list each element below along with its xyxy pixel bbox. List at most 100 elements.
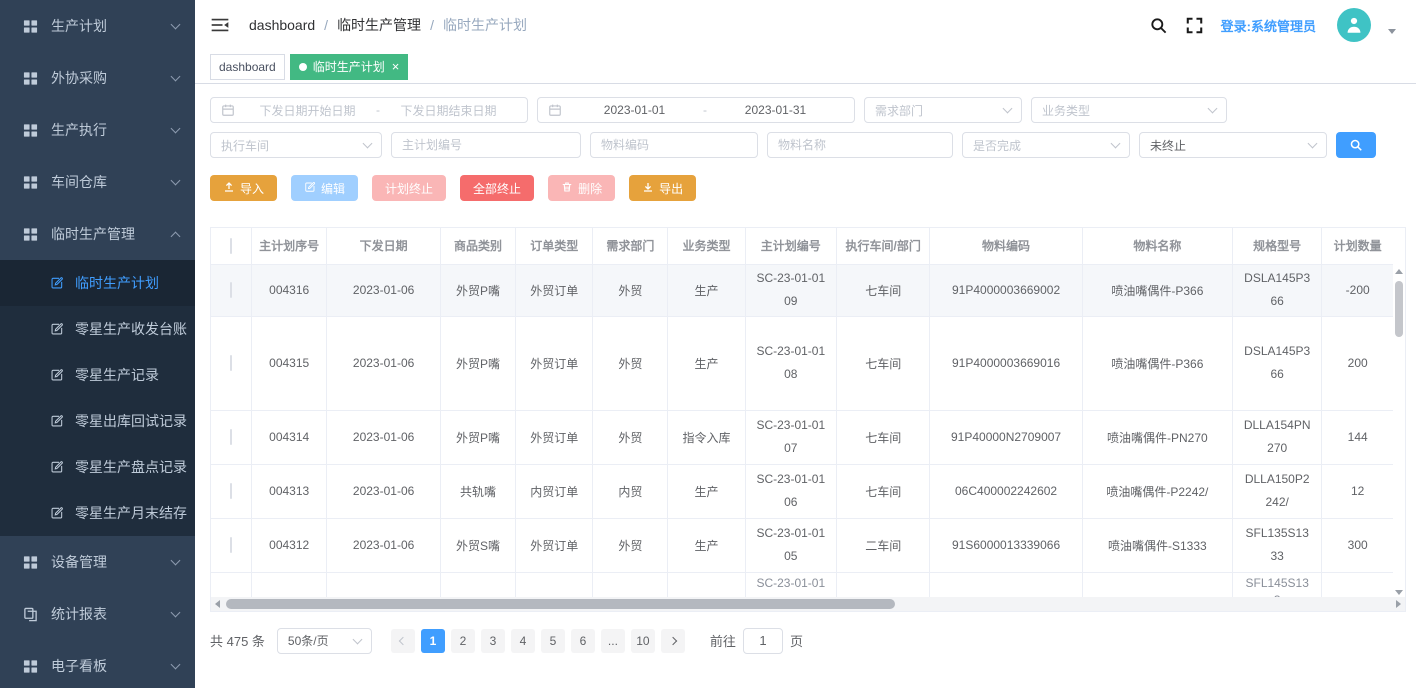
select-all-checkbox[interactable] bbox=[230, 238, 232, 254]
table-cell: 91S6000013339066 bbox=[930, 518, 1082, 572]
horizontal-scrollbar[interactable] bbox=[211, 597, 1405, 611]
row-checkbox[interactable] bbox=[230, 483, 232, 499]
table-row[interactable]: 0043162023-01-06外贸P嘴外贸订单外贸生产SC-23-01-010… bbox=[211, 264, 1393, 316]
breadcrumb-item-1[interactable]: 临时生产管理 bbox=[337, 15, 421, 35]
page-button-4[interactable]: 4 bbox=[511, 629, 535, 653]
filter-2-3[interactable] bbox=[767, 132, 953, 158]
breadcrumb-item-0[interactable]: dashboard bbox=[249, 17, 315, 33]
table-row[interactable]: 0043142023-01-06外贸P嘴外贸订单外贸指令入库SC-23-01-0… bbox=[211, 410, 1393, 464]
column-header-4[interactable]: 需求部门 bbox=[593, 228, 668, 264]
chevron-down-icon[interactable] bbox=[1388, 29, 1396, 34]
table-row[interactable]: 0043122023-01-06外贸S嘴外贸订单外贸生产SC-23-01-010… bbox=[211, 518, 1393, 572]
filter-select-2-0[interactable]: 执行车间 bbox=[210, 132, 382, 158]
page-button-1[interactable]: 1 bbox=[421, 629, 445, 653]
filter-2-1[interactable] bbox=[391, 132, 581, 158]
table-cell: 内贸订单 bbox=[516, 464, 593, 518]
filter-select-1-2[interactable]: 需求部门 bbox=[864, 97, 1022, 123]
sidebar-item-7[interactable]: 电子看板 bbox=[0, 640, 195, 688]
search-button[interactable] bbox=[1336, 132, 1376, 158]
filter-select-2-5[interactable]: 未终止 bbox=[1139, 132, 1327, 158]
vertical-scroll-thumb[interactable] bbox=[1395, 281, 1403, 337]
grid-icon bbox=[22, 554, 38, 570]
filter-select-2-4[interactable]: 是否完成 bbox=[962, 132, 1130, 158]
page-button-2[interactable]: 2 bbox=[451, 629, 475, 653]
table-cell: 004315 bbox=[252, 316, 327, 410]
row-checkbox[interactable] bbox=[230, 429, 232, 445]
close-icon[interactable]: × bbox=[392, 60, 400, 73]
sidebar-item-0[interactable]: 生产计划 bbox=[0, 0, 195, 52]
delete-icon bbox=[561, 181, 573, 196]
submenu-item-label: 临时生产计划 bbox=[75, 273, 159, 293]
toolbar-button-1[interactable]: 编辑 bbox=[291, 175, 358, 201]
horizontal-scroll-thumb[interactable] bbox=[226, 599, 895, 609]
column-header-7[interactable]: 执行车间/部门 bbox=[836, 228, 929, 264]
column-header-6[interactable]: 主计划编号 bbox=[745, 228, 836, 264]
column-header-0[interactable]: 主计划序号 bbox=[252, 228, 327, 264]
login-user-label[interactable]: 登录:系统管理员 bbox=[1221, 16, 1316, 35]
next-page-button[interactable] bbox=[661, 629, 685, 653]
date-start: 下发日期开始日期 bbox=[239, 102, 376, 119]
text-input[interactable] bbox=[778, 138, 942, 152]
column-header-10[interactable]: 规格型号 bbox=[1233, 228, 1322, 264]
scroll-down-icon[interactable] bbox=[1395, 590, 1403, 595]
row-checkbox[interactable] bbox=[230, 537, 232, 553]
table-cell: 生产 bbox=[668, 464, 745, 518]
row-checkbox[interactable] bbox=[230, 282, 232, 298]
goto-page-input[interactable] bbox=[743, 628, 783, 654]
sidebar-item-1[interactable]: 外协采购 bbox=[0, 52, 195, 104]
table-row[interactable]: 0043152023-01-06外贸P嘴外贸订单外贸生产SC-23-01-010… bbox=[211, 316, 1393, 410]
column-header-3[interactable]: 订单类型 bbox=[516, 228, 593, 264]
scroll-left-icon[interactable] bbox=[215, 600, 220, 608]
page-button-6[interactable]: 6 bbox=[571, 629, 595, 653]
sidebar-item-6[interactable]: 统计报表 bbox=[0, 588, 195, 640]
text-input[interactable] bbox=[601, 138, 747, 152]
vertical-scrollbar[interactable] bbox=[1393, 265, 1405, 597]
sidebar-item-4[interactable]: 临时生产管理 bbox=[0, 208, 195, 260]
top-header: dashboard/临时生产管理/临时生产计划 登录:系统管理员 bbox=[195, 0, 1416, 50]
toolbar-button-5[interactable]: 导出 bbox=[629, 175, 696, 201]
sidebar-item-2[interactable]: 生产执行 bbox=[0, 104, 195, 156]
column-header-1[interactable]: 下发日期 bbox=[327, 228, 441, 264]
submenu-item-4[interactable]: 零星生产盘点记录 bbox=[0, 444, 195, 490]
submenu-item-1[interactable]: 零星生产收发台账 bbox=[0, 306, 195, 352]
column-header-9[interactable]: 物料名称 bbox=[1082, 228, 1232, 264]
row-checkbox[interactable] bbox=[230, 355, 232, 371]
page-button-10[interactable]: 10 bbox=[631, 629, 655, 653]
search-icon[interactable] bbox=[1149, 16, 1168, 35]
table-row[interactable]: 0043132023-01-06共轨嘴内贸订单内贸生产SC-23-01-0106… bbox=[211, 464, 1393, 518]
prev-page-button[interactable] bbox=[391, 629, 415, 653]
pagination-total: 共 475 条 bbox=[210, 631, 265, 650]
page-button-3[interactable]: 3 bbox=[481, 629, 505, 653]
tab-temp-production-plan[interactable]: 临时生产计划 × bbox=[290, 54, 409, 80]
submenu-item-3[interactable]: 零星出库回试记录 bbox=[0, 398, 195, 444]
column-header-2[interactable]: 商品类别 bbox=[440, 228, 515, 264]
page-ellipsis[interactable]: ... bbox=[601, 629, 625, 653]
page-size-select[interactable]: 50条/页 bbox=[277, 628, 372, 654]
scroll-up-icon[interactable] bbox=[1395, 269, 1403, 274]
toolbar-button-4[interactable]: 删除 bbox=[548, 175, 615, 201]
column-header-5[interactable]: 业务类型 bbox=[668, 228, 745, 264]
sidebar-item-5[interactable]: 设备管理 bbox=[0, 536, 195, 588]
toolbar-button-2[interactable]: 计划终止 bbox=[372, 175, 446, 201]
breadcrumb-separator: / bbox=[324, 17, 328, 33]
tab-dashboard[interactable]: dashboard bbox=[210, 54, 285, 80]
text-input[interactable] bbox=[402, 138, 570, 152]
page-button-5[interactable]: 5 bbox=[541, 629, 565, 653]
toolbar-button-0[interactable]: 导入 bbox=[210, 175, 277, 201]
sidebar-item-3[interactable]: 车间仓库 bbox=[0, 156, 195, 208]
fullscreen-icon[interactable] bbox=[1185, 16, 1204, 35]
table-cell: 外贸 bbox=[593, 518, 668, 572]
submenu-item-0[interactable]: 临时生产计划 bbox=[0, 260, 195, 306]
scroll-right-icon[interactable] bbox=[1396, 600, 1401, 608]
filter-select-1-3[interactable]: 业务类型 bbox=[1031, 97, 1227, 123]
submenu-item-5[interactable]: 零星生产月末结存 bbox=[0, 490, 195, 536]
filter-1-0[interactable]: 下发日期开始日期-下发日期结束日期 bbox=[210, 97, 528, 123]
filter-2-2[interactable] bbox=[590, 132, 758, 158]
column-header-8[interactable]: 物料编码 bbox=[930, 228, 1082, 264]
avatar[interactable] bbox=[1337, 8, 1371, 42]
sidebar-collapse-icon[interactable] bbox=[210, 15, 232, 35]
submenu-item-2[interactable]: 零星生产记录 bbox=[0, 352, 195, 398]
toolbar-button-3[interactable]: 全部终止 bbox=[460, 175, 534, 201]
filter-1-1[interactable]: 2023-01-01-2023-01-31 bbox=[537, 97, 855, 123]
column-header-11[interactable]: 计划数量 bbox=[1322, 228, 1393, 264]
